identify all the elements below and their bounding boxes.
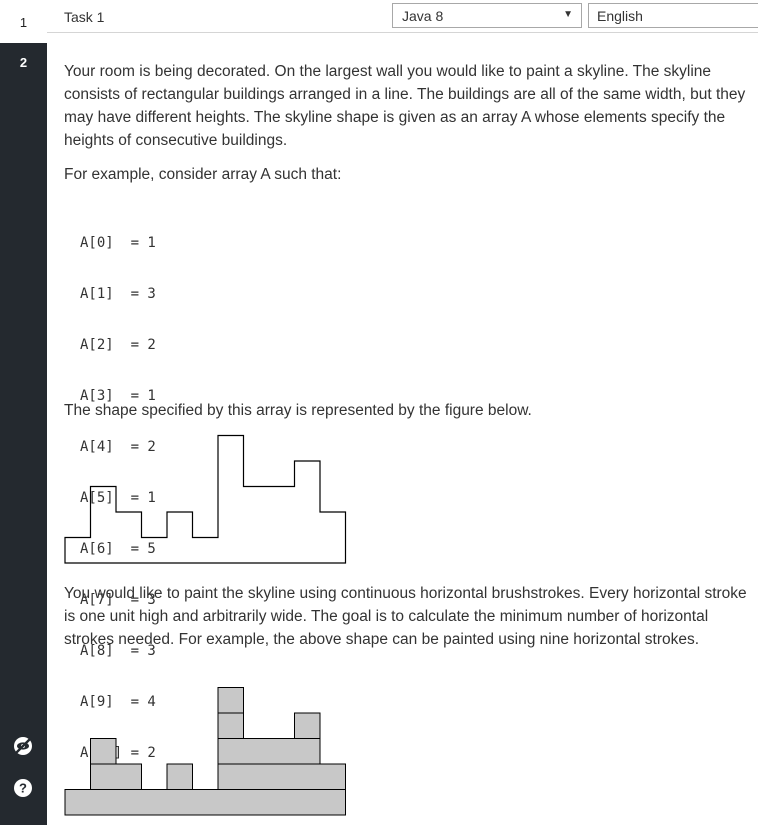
brushstroke-rect (217, 687, 244, 714)
programming-language-value: Java 8 (402, 8, 444, 24)
brushstroke-rect (217, 738, 321, 765)
skyline-outline-figure (64, 434, 347, 564)
skyline-strokes-figure (64, 687, 346, 816)
task-title: Task 1 (64, 9, 105, 25)
chevron-down-icon: ▼ (563, 9, 573, 20)
example-paragraph: For example, consider array A such that: (64, 166, 342, 183)
array-line: A[0] = 1 (80, 235, 156, 251)
intro-paragraph: Your room is being decorated. On the lar… (64, 63, 746, 149)
brushstroke-rect (90, 738, 117, 765)
task-tab-1[interactable]: 1 (0, 0, 47, 43)
brushstroke-rect (294, 712, 321, 739)
array-line: A[1] = 3 (80, 286, 156, 302)
task-sidebar: 1 2 ? (0, 0, 47, 825)
brushstroke-paragraph: You would like to paint the skyline usin… (64, 585, 747, 648)
brushstroke-rect (90, 763, 142, 790)
task-header: Task 1 Java 8 ▼ English (47, 0, 758, 33)
programming-language-select[interactable]: Java 8 ▼ (392, 3, 582, 28)
array-line: A[2] = 2 (80, 337, 156, 353)
brushstroke-rect (217, 712, 244, 739)
svg-text:?: ? (19, 781, 27, 796)
brushstroke-rect (217, 763, 346, 790)
task-tab-2[interactable]: 2 (0, 55, 47, 70)
help-icon[interactable]: ? (12, 777, 34, 799)
brushstroke-rect (166, 763, 193, 790)
skyline-outline-path (64, 434, 347, 564)
human-language-value: English (597, 8, 643, 24)
human-language-select[interactable]: English (588, 3, 758, 28)
brushstroke-rect (64, 789, 346, 816)
figure-caption: The shape specified by this array is rep… (64, 402, 532, 419)
eye-slash-icon[interactable] (12, 735, 34, 757)
